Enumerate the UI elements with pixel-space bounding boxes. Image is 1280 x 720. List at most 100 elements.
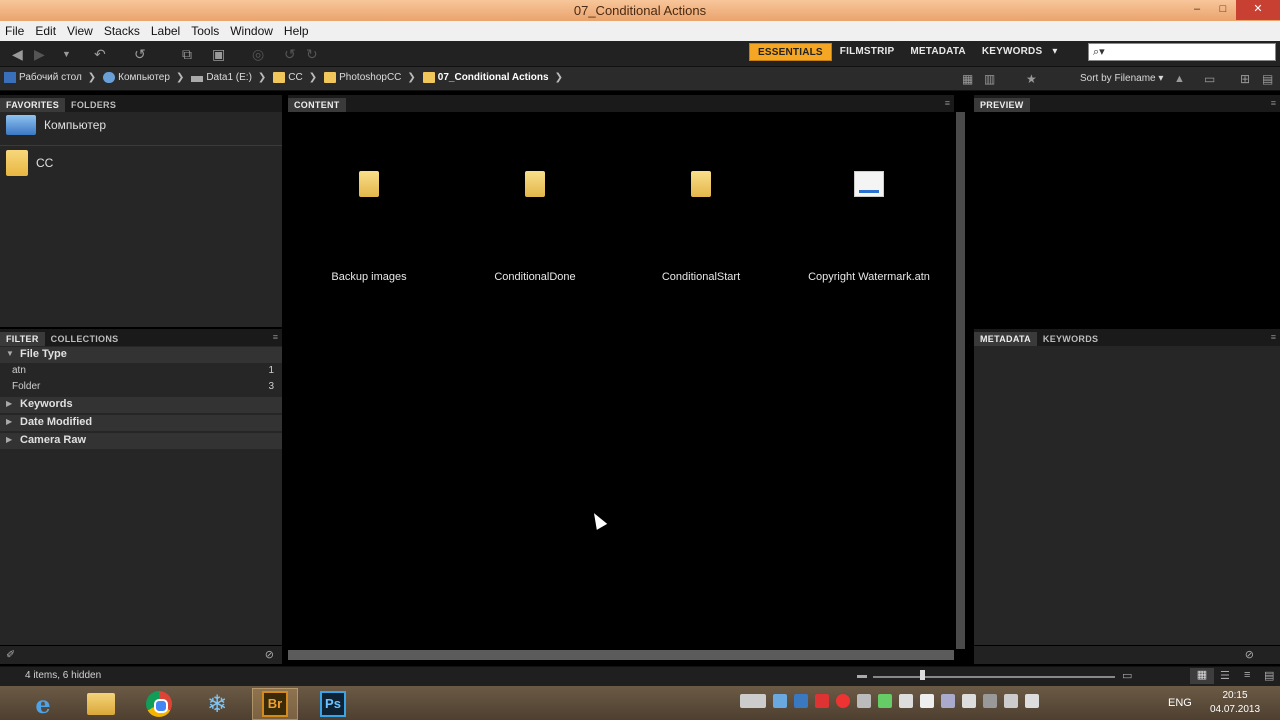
panel-menu-icon[interactable]: ≡ (945, 98, 950, 108)
clock[interactable]: 20:15 04.07.2013 (1205, 689, 1265, 717)
taskbar-bridge[interactable]: Br (252, 688, 298, 720)
rotate-left-icon[interactable]: ↺ (284, 45, 296, 63)
breadcrumb-item-cc[interactable]: CC ❯ (273, 72, 324, 83)
panel-menu-icon[interactable]: ≡ (1271, 332, 1276, 342)
menu-window[interactable]: Window (225, 24, 279, 38)
workspace-dropdown-icon[interactable]: ▾ (1050, 43, 1059, 61)
minimize-button[interactable]: – (1184, 0, 1210, 20)
thumbnail-size-slider[interactable] (873, 676, 1115, 678)
breadcrumb-item-desktop[interactable]: Рабочий стол ❯ (4, 72, 103, 83)
taskbar-ie[interactable]: e (20, 688, 66, 720)
tab-keywords[interactable]: KEYWORDS (1037, 332, 1104, 346)
filter-category-file-type[interactable]: ▼ File Type (0, 347, 282, 363)
filter-category-camera-raw[interactable]: ▶ Camera Raw (0, 433, 282, 449)
quality-icon[interactable]: ▦ (962, 70, 973, 88)
view-grid-icon[interactable]: ▤ (1264, 669, 1274, 682)
filter-category-date-modified[interactable]: ▶ Date Modified (0, 415, 282, 431)
tab-collections[interactable]: COLLECTIONS (45, 332, 125, 346)
taskbar-photoshop[interactable]: Ps (310, 688, 356, 720)
menu-edit[interactable]: Edit (30, 24, 62, 38)
chevron-right-icon[interactable]: ❯ (88, 72, 96, 83)
content-horizontal-scrollbar[interactable] (288, 650, 954, 660)
menu-label[interactable]: Label (146, 24, 186, 38)
workspace-filmstrip[interactable]: FILMSTRIP (832, 43, 903, 61)
clear-filter-icon[interactable]: ⊘ (1245, 648, 1254, 661)
open-recent-folder-icon[interactable]: ▭ (1204, 70, 1215, 88)
filter-items-icon[interactable]: ▥ (984, 70, 995, 88)
taskbar-chrome[interactable] (136, 688, 182, 720)
chevron-right-icon[interactable]: ❯ (176, 72, 184, 83)
maximize-button[interactable]: □ (1210, 0, 1236, 20)
open-in-camera-raw-icon[interactable]: ◎ (252, 45, 264, 63)
keyboard-icon[interactable] (740, 694, 766, 708)
green-status-icon[interactable] (878, 694, 892, 708)
antivirus-icon[interactable] (815, 694, 829, 708)
menu-stacks[interactable]: Stacks (99, 24, 146, 38)
chevron-right-icon[interactable]: ❯ (309, 72, 317, 83)
view-thumbnails-icon[interactable]: ▦ (1190, 668, 1214, 684)
view-details-icon[interactable]: ☰ (1220, 669, 1230, 682)
chevron-right-icon[interactable]: ❯ (258, 72, 266, 83)
signal-icon[interactable] (1004, 694, 1018, 708)
tab-filter[interactable]: FILTER (0, 332, 45, 346)
slider-thumb[interactable] (920, 670, 925, 680)
breadcrumb-item-computer[interactable]: Компьютер ❯ (103, 72, 191, 83)
tab-preview[interactable]: PREVIEW (974, 98, 1030, 112)
close-button[interactable]: ✕ (1236, 0, 1280, 20)
menu-file[interactable]: File (0, 24, 30, 38)
terminal-icon[interactable] (983, 694, 997, 708)
sort-dropdown[interactable]: Sort by Filename ▾ (1080, 73, 1163, 84)
tab-folders[interactable]: FOLDERS (65, 98, 122, 112)
menu-tools[interactable]: Tools (186, 24, 225, 38)
back-arrow-icon[interactable]: ◀ (12, 45, 23, 63)
delete-icon[interactable]: ▤ (1262, 70, 1273, 88)
filter-item-atn[interactable]: atn 1 (0, 364, 282, 380)
display-icon[interactable] (962, 694, 976, 708)
panel-menu-icon[interactable]: ≡ (273, 332, 278, 342)
sort-ascending-icon[interactable]: ▲ (1174, 70, 1185, 88)
refine-icon[interactable]: ▣ (212, 45, 225, 63)
bluetooth-icon[interactable] (941, 694, 955, 708)
camera-icon[interactable]: ⧉ (182, 45, 192, 63)
network-icon[interactable] (794, 694, 808, 708)
favorite-item-cc[interactable]: CC (6, 150, 53, 176)
flag-icon[interactable] (1025, 694, 1039, 708)
content-vertical-scrollbar[interactable] (956, 112, 965, 649)
language-indicator[interactable]: ENG (1168, 697, 1192, 709)
record-icon[interactable] (836, 694, 850, 708)
workspace-keywords[interactable]: KEYWORDS (974, 43, 1051, 61)
rotate-right-icon[interactable]: ↻ (306, 45, 318, 63)
filter-category-keywords[interactable]: ▶ Keywords (0, 397, 282, 413)
chevron-right-icon[interactable]: ❯ (555, 72, 563, 83)
star-icon[interactable]: ★ (1026, 70, 1037, 88)
content-item-conditionalstart[interactable]: ConditionalStart (626, 171, 776, 291)
new-folder-icon[interactable]: ⊞ (1240, 70, 1250, 88)
tab-content[interactable]: CONTENT (288, 98, 346, 112)
boomerang-icon[interactable]: ↶ (94, 45, 106, 63)
taskbar-snowflake[interactable]: ❄ (194, 688, 240, 720)
filter-item-folder[interactable]: Folder 3 (0, 380, 282, 396)
breadcrumb-item-photoshopcc[interactable]: PhotoshopCC ❯ (324, 72, 423, 83)
recent-dropdown-icon[interactable]: ▼ (62, 45, 71, 63)
tab-metadata[interactable]: METADATA (974, 332, 1037, 346)
chevron-right-icon[interactable]: ❯ (407, 72, 415, 83)
workspace-metadata[interactable]: METADATA (902, 43, 973, 61)
dropbox-icon[interactable] (773, 694, 787, 708)
breadcrumb-item-drive[interactable]: Data1 (E:) ❯ (191, 72, 273, 83)
tab-favorites[interactable]: FAVORITES (0, 98, 66, 112)
panel-menu-icon[interactable]: ≡ (1271, 98, 1276, 108)
clear-filter-icon[interactable]: ⊘ (265, 648, 274, 661)
content-item-copyright-watermark[interactable]: Copyright Watermark.atn (794, 171, 944, 291)
zoom-in-icon[interactable]: ▭ (1122, 669, 1132, 682)
view-list-icon[interactable]: ≡ (1244, 669, 1250, 681)
zoom-out-icon[interactable]: ▬ (857, 670, 867, 681)
chat-icon[interactable] (857, 694, 871, 708)
favorite-item-computer[interactable]: Компьютер (6, 115, 106, 135)
menu-help[interactable]: Help (279, 24, 315, 38)
forward-arrow-icon[interactable]: ▶ (34, 45, 45, 63)
workspace-essentials[interactable]: ESSENTIALS (749, 43, 832, 61)
menu-view[interactable]: View (62, 24, 99, 38)
breadcrumb-item-current[interactable]: 07_Conditional Actions ❯ (422, 72, 570, 83)
content-item-backup-images[interactable]: Backup images (294, 171, 444, 291)
rotate-icon[interactable]: ↺ (134, 45, 146, 63)
